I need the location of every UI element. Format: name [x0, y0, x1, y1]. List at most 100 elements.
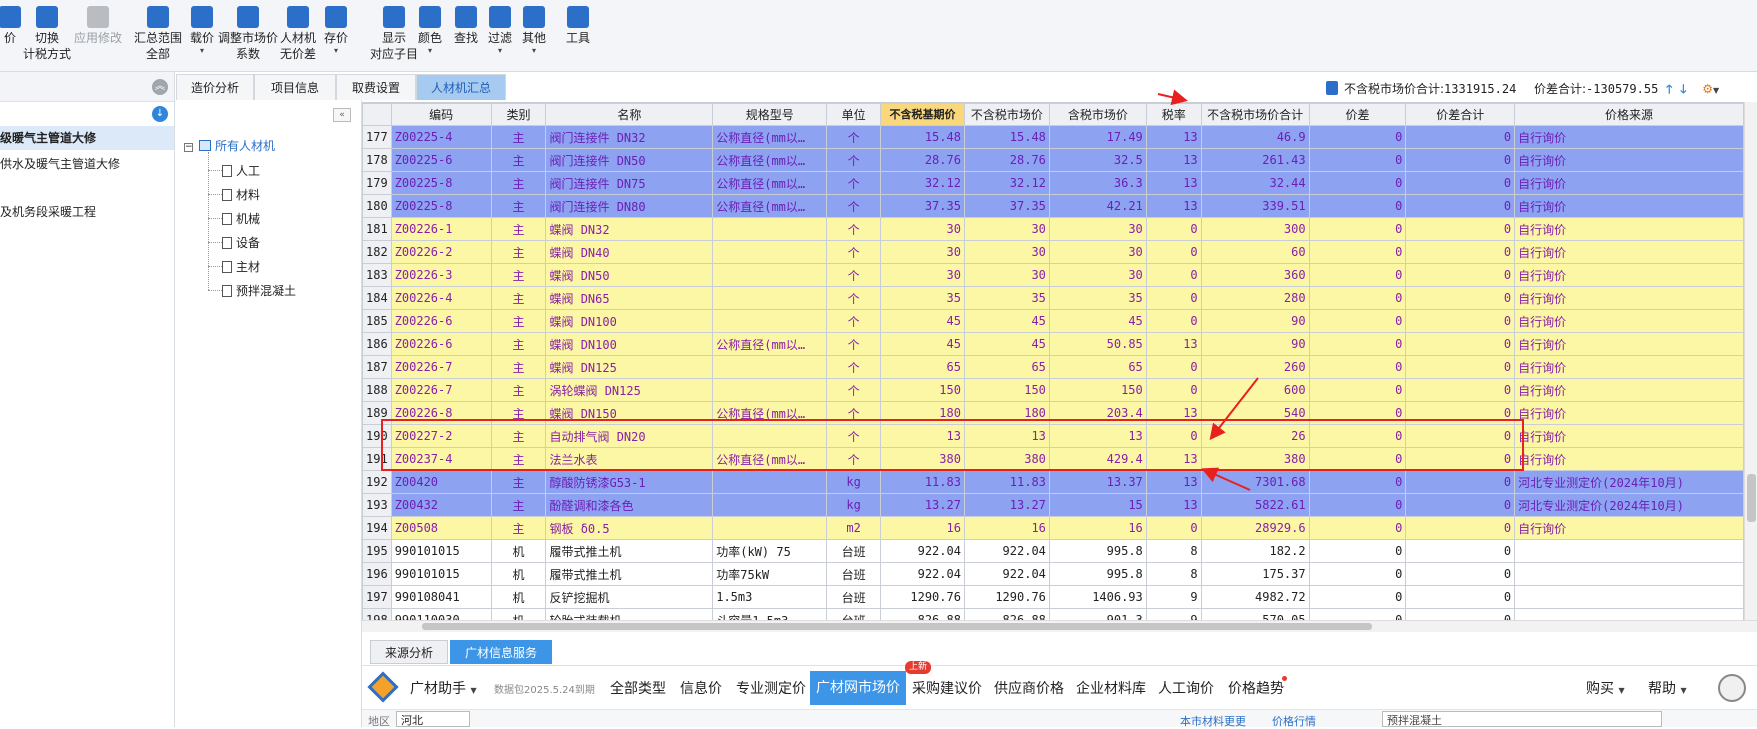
- table-cell[interactable]: 90: [1200, 332, 1310, 356]
- arrow-up-icon[interactable]: 🡑: [1666, 82, 1672, 96]
- table-cell[interactable]: Z00225-6: [390, 148, 492, 172]
- table-cell[interactable]: 主: [490, 401, 547, 425]
- table-cell[interactable]: 922.04: [880, 539, 965, 563]
- table-cell[interactable]: 380: [880, 447, 965, 471]
- table-cell[interactable]: 45: [963, 309, 1050, 333]
- table-cell[interactable]: [712, 493, 828, 517]
- collapse-box-icon[interactable]: −: [184, 143, 193, 152]
- table-cell[interactable]: 公称直径(mm以…: [712, 332, 828, 356]
- table-cell[interactable]: 0: [1145, 240, 1202, 264]
- table-cell[interactable]: 主: [490, 240, 547, 264]
- table-cell[interactable]: 0: [1405, 217, 1516, 241]
- table-row[interactable]: 198990110030机轮胎式装载机斗容量1.5m3台班826.88826.8…: [362, 608, 1744, 620]
- table-cell[interactable]: 0: [1308, 332, 1407, 356]
- table-cell[interactable]: 28929.6: [1200, 516, 1310, 540]
- table-cell[interactable]: Z00226-8: [390, 401, 492, 425]
- arrow-down-icon[interactable]: 🡓: [1680, 82, 1686, 96]
- tab-project-info[interactable]: 项目信息: [254, 74, 336, 100]
- table-cell[interactable]: 0: [1308, 493, 1407, 517]
- table-cell[interactable]: 反铲挖掘机: [545, 585, 714, 609]
- table-cell[interactable]: 178: [362, 148, 392, 172]
- table-cell[interactable]: Z00508: [390, 516, 492, 540]
- table-cell[interactable]: 179: [362, 171, 392, 195]
- tree-node[interactable]: 人工: [222, 162, 260, 179]
- table-cell[interactable]: 公称直径(mm以…: [712, 125, 828, 149]
- table-cell[interactable]: 13: [1145, 194, 1202, 218]
- tree-node[interactable]: 设备: [222, 234, 260, 251]
- table-cell[interactable]: Z00420: [390, 470, 492, 494]
- filter-purchase-price[interactable]: 采购建议价: [912, 678, 982, 698]
- table-cell[interactable]: m2: [826, 516, 882, 540]
- table-cell[interactable]: 0: [1405, 562, 1516, 586]
- table-cell[interactable]: 180: [963, 401, 1050, 425]
- table-cell[interactable]: 190: [362, 424, 392, 448]
- table-cell[interactable]: 自行询价: [1514, 286, 1744, 310]
- table-cell[interactable]: 187: [362, 355, 392, 379]
- table-cell[interactable]: 26: [1200, 424, 1310, 448]
- table-cell[interactable]: 个: [826, 171, 882, 195]
- table-cell[interactable]: 42.21: [1048, 194, 1147, 218]
- filter-price-trend[interactable]: 价格趋势: [1228, 678, 1284, 698]
- table-cell[interactable]: 0: [1308, 378, 1407, 402]
- table-cell[interactable]: 1290.76: [880, 585, 965, 609]
- table-cell[interactable]: [712, 516, 828, 540]
- table-cell[interactable]: [712, 286, 828, 310]
- table-cell[interactable]: 履带式推土机: [545, 539, 714, 563]
- table-cell[interactable]: 8: [1145, 539, 1202, 563]
- filter-market-price[interactable]: 广材网市场价: [810, 671, 906, 705]
- table-cell[interactable]: 90: [1200, 309, 1310, 333]
- table-cell[interactable]: 履带式推土机: [545, 562, 714, 586]
- table-cell[interactable]: 个: [826, 286, 882, 310]
- table-cell[interactable]: 台班: [826, 608, 882, 620]
- table-cell[interactable]: 主: [490, 355, 547, 379]
- table-cell[interactable]: 300: [1200, 217, 1310, 241]
- tree-node[interactable]: 主材: [222, 258, 260, 275]
- column-header[interactable]: 类别: [490, 103, 547, 126]
- table-cell[interactable]: 50.85: [1048, 332, 1147, 356]
- table-cell[interactable]: Z00225-8: [390, 171, 492, 195]
- table-cell[interactable]: 203.4: [1048, 401, 1147, 425]
- table-cell[interactable]: 30: [880, 217, 965, 241]
- column-header[interactable]: 编码: [390, 103, 492, 126]
- table-cell[interactable]: 0: [1405, 194, 1516, 218]
- table-cell[interactable]: 429.4: [1048, 447, 1147, 471]
- table-cell[interactable]: 自行询价: [1514, 447, 1744, 471]
- table-cell[interactable]: [712, 217, 828, 241]
- table-cell[interactable]: 自行询价: [1514, 217, 1744, 241]
- table-cell[interactable]: [712, 378, 828, 402]
- table-cell[interactable]: 901.3: [1048, 608, 1147, 620]
- table-cell[interactable]: 260: [1200, 355, 1310, 379]
- table-cell[interactable]: 公称直径(mm以…: [712, 171, 828, 195]
- table-row[interactable]: 180 Z00225-8 主阀门连接件 DN80 公称直径(mm以… 个 37.35 37.…: [362, 194, 1744, 218]
- column-header[interactable]: [362, 103, 392, 126]
- tab-source-analysis[interactable]: 来源分析: [370, 640, 449, 664]
- column-header[interactable]: 价差: [1308, 103, 1407, 126]
- table-cell[interactable]: 公称直径(mm以…: [712, 447, 828, 471]
- table-cell[interactable]: 15.48: [880, 125, 965, 149]
- table-cell[interactable]: 0: [1308, 148, 1407, 172]
- table-cell[interactable]: 35: [880, 286, 965, 310]
- toolbar-button-color[interactable]: 颜色 ▾: [410, 6, 450, 56]
- table-cell[interactable]: 4982.72: [1200, 585, 1310, 609]
- table-cell[interactable]: 28.76: [963, 148, 1050, 172]
- tree-node-root[interactable]: − 所有人材机: [184, 137, 275, 154]
- table-cell[interactable]: 13: [1048, 424, 1147, 448]
- table-cell[interactable]: 自行询价: [1514, 401, 1744, 425]
- table-cell[interactable]: 主: [490, 217, 547, 241]
- toolbar-button-summary-scope[interactable]: 汇总范围 全部: [128, 6, 188, 62]
- buy-menu[interactable]: 购买 ▼: [1586, 678, 1625, 698]
- project-item[interactable]: 级暖气主管道大修: [0, 126, 174, 150]
- table-cell[interactable]: 9: [1145, 608, 1202, 620]
- table-cell[interactable]: 0: [1145, 378, 1202, 402]
- table-row[interactable]: 191 Z00237-4 主法兰水表 公称直径(mm以… 个 380 380 429.4 13 3…: [362, 447, 1744, 471]
- table-cell[interactable]: 主: [490, 286, 547, 310]
- table-cell[interactable]: 570.05: [1200, 608, 1310, 620]
- table-cell[interactable]: 0: [1405, 309, 1516, 333]
- table-cell[interactable]: 191: [362, 447, 392, 471]
- table-cell[interactable]: 0: [1308, 286, 1407, 310]
- table-cell[interactable]: 蝶阀 DN50: [545, 263, 714, 287]
- table-cell[interactable]: 32.12: [880, 171, 965, 195]
- column-header[interactable]: 单位: [826, 103, 882, 126]
- table-cell[interactable]: Z00227-2: [390, 424, 492, 448]
- table-cell[interactable]: 0: [1308, 171, 1407, 195]
